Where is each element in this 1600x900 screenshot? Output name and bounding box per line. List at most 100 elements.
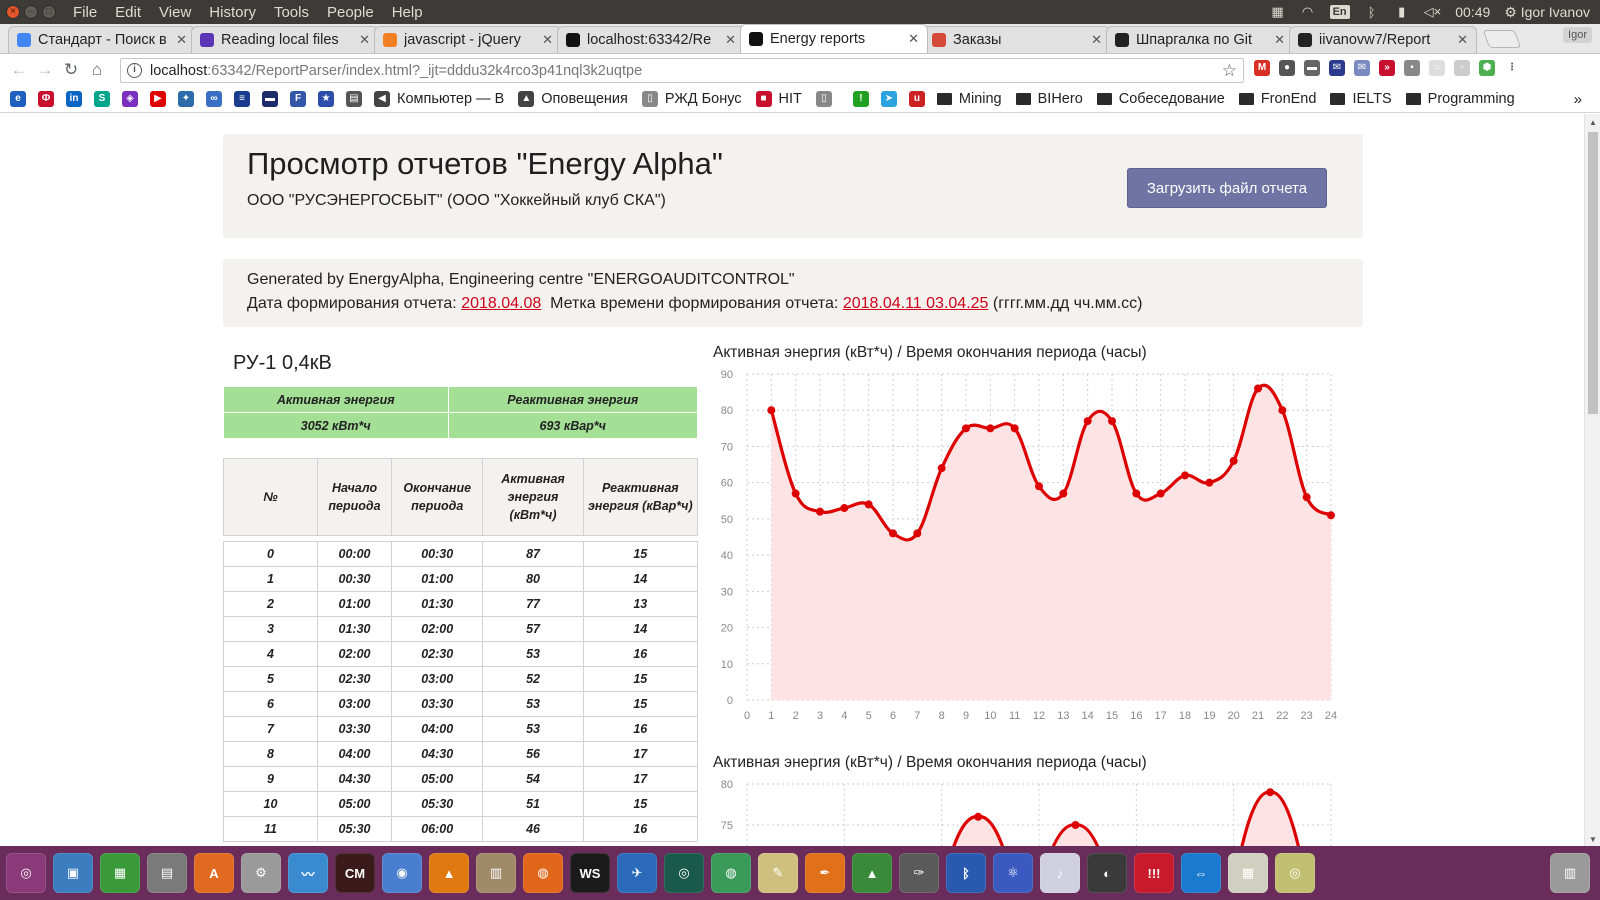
- menu-edit[interactable]: Edit: [106, 4, 150, 21]
- jetbrains-toolbox-icon[interactable]: !!!: [1134, 853, 1174, 893]
- maximize-window-icon[interactable]: □: [42, 5, 56, 19]
- new-tab-button[interactable]: [1482, 30, 1522, 48]
- linkedin-icon[interactable]: in: [66, 91, 82, 107]
- bookmark-1[interactable]: ▲ Оповещения: [518, 91, 628, 107]
- green-dot-icon[interactable]: !: [852, 91, 869, 107]
- wifi-icon[interactable]: ◠: [1300, 4, 1316, 20]
- forward-icon[interactable]: »: [1379, 60, 1395, 76]
- telegram-icon[interactable]: ➤: [880, 91, 897, 107]
- close-tab-icon[interactable]: ✕: [1274, 32, 1285, 48]
- forward-button[interactable]: →: [32, 60, 58, 80]
- menu-file[interactable]: File: [64, 4, 106, 21]
- bird-icon[interactable]: ✈: [617, 853, 657, 893]
- bookmarks-more-button[interactable]: »: [1574, 91, 1582, 108]
- vlc-icon[interactable]: ▲: [429, 853, 469, 893]
- rocket-icon[interactable]: ▲: [852, 853, 892, 893]
- green-extension-icon[interactable]: ⬢: [1479, 60, 1495, 76]
- gmail-icon[interactable]: M: [1254, 60, 1270, 76]
- f-icon[interactable]: Ф: [38, 91, 54, 107]
- bookmark-star-icon[interactable]: ☆: [1222, 61, 1237, 81]
- close-tab-icon[interactable]: ✕: [542, 32, 553, 48]
- profile-chip[interactable]: Igor: [1563, 27, 1592, 43]
- teamviewer-icon[interactable]: ⇔: [1181, 853, 1221, 893]
- minimize-window-icon[interactable]: –: [24, 5, 38, 19]
- keyboard-indicator-icon[interactable]: ▦: [1270, 4, 1286, 20]
- close-tab-icon[interactable]: ✕: [725, 32, 736, 48]
- menu-help[interactable]: Help: [383, 4, 432, 21]
- volume-icon[interactable]: ◁×: [1424, 4, 1442, 20]
- link-icon[interactable]: ∞: [206, 91, 222, 107]
- tab-3[interactable]: localhost:63342/Re ✕: [557, 26, 745, 53]
- bookmark-2[interactable]: ▯ РЖД Бонус: [641, 91, 742, 107]
- scroll-up-icon[interactable]: ▲: [1589, 118, 1597, 127]
- clock[interactable]: 00:49: [1455, 4, 1490, 20]
- music-icon[interactable]: ♪: [1040, 853, 1080, 893]
- bluetooth-icon[interactable]: ᛒ: [1364, 5, 1380, 20]
- mail-counter-icon[interactable]: ✉: [1354, 60, 1370, 76]
- keyboard-layout-indicator[interactable]: En: [1329, 5, 1350, 19]
- bookmark-folder-bihero[interactable]: BIHero: [1015, 91, 1083, 107]
- menu-tools[interactable]: Tools: [265, 4, 318, 21]
- software-center-icon[interactable]: A: [194, 853, 234, 893]
- battery-icon[interactable]: ▮: [1394, 4, 1410, 20]
- youtube-icon[interactable]: ▶: [150, 91, 166, 107]
- frame-icon[interactable]: F: [290, 91, 306, 107]
- menu-history[interactable]: History: [200, 4, 265, 21]
- notes-icon[interactable]: ✎: [758, 853, 798, 893]
- bookmark-folder-ielts[interactable]: IELTS: [1330, 91, 1392, 107]
- user-menu[interactable]: ⚙ Igor Ivanov: [1504, 4, 1590, 21]
- upload-report-button[interactable]: Загрузить файл отчета: [1127, 168, 1327, 208]
- s-icon[interactable]: S: [94, 91, 110, 107]
- tab-5[interactable]: Заказы ✕: [923, 26, 1111, 53]
- image-viewer-icon[interactable]: ▣: [53, 853, 93, 893]
- ticket-icon[interactable]: ▬: [262, 91, 278, 107]
- cm-icon[interactable]: CM: [335, 853, 375, 893]
- close-tab-icon[interactable]: ✕: [176, 32, 187, 48]
- tab-4[interactable]: Energy reports ✕: [740, 24, 928, 53]
- postman-icon[interactable]: ✒: [805, 853, 845, 893]
- menu-dots-icon[interactable]: ⋮: [1504, 60, 1520, 76]
- close-tab-icon[interactable]: ✕: [1091, 32, 1102, 48]
- ubuntu-dash-icon[interactable]: ◎: [6, 853, 46, 893]
- close-window-icon[interactable]: ×: [6, 5, 20, 19]
- address-bar[interactable]: i localhost:63342/ReportParser/index.htm…: [120, 58, 1244, 83]
- close-tab-icon[interactable]: ✕: [1457, 32, 1468, 48]
- react-icon[interactable]: ⚛: [993, 853, 1033, 893]
- obs-icon[interactable]: ◐: [1087, 853, 1127, 893]
- circle-extension-icon[interactable]: ○: [1429, 60, 1445, 76]
- bookmark-0[interactable]: ◀ Компьютер — В: [374, 91, 504, 107]
- u-icon[interactable]: u: [908, 91, 925, 107]
- menu-view[interactable]: View: [150, 4, 200, 21]
- inkscape-icon[interactable]: ✑: [899, 853, 939, 893]
- bookmark-folder-fronend[interactable]: FronEnd: [1238, 91, 1316, 107]
- system-monitor-icon[interactable]: ▦: [1228, 853, 1268, 893]
- menu-people[interactable]: People: [318, 4, 383, 21]
- bluetooth-icon[interactable]: ᛒ: [946, 853, 986, 893]
- scrollbar-thumb[interactable]: [1588, 132, 1598, 414]
- lightbulb-icon[interactable]: ●: [1279, 60, 1295, 76]
- page-scrollbar[interactable]: ▲ ▼: [1584, 114, 1600, 846]
- globe-icon[interactable]: ◍: [711, 853, 751, 893]
- chromium-icon[interactable]: ◉: [382, 853, 422, 893]
- bookmark-folder-programming[interactable]: Programming: [1405, 91, 1515, 107]
- settings-tools-icon[interactable]: ⚙: [241, 853, 281, 893]
- archive-icon[interactable]: ▥: [476, 853, 516, 893]
- camera-icon[interactable]: ▬: [1304, 60, 1320, 76]
- tab-1[interactable]: Reading local files ✕: [191, 26, 379, 53]
- back-button[interactable]: ←: [6, 60, 32, 80]
- site-info-icon[interactable]: i: [127, 63, 142, 78]
- fox-icon[interactable]: ✦: [178, 91, 194, 107]
- screenshot-search-icon[interactable]: ◎: [1275, 853, 1315, 893]
- bookmark-folder-mining[interactable]: Mining: [936, 91, 1002, 107]
- bookmark-4[interactable]: ▯: [815, 91, 839, 107]
- webstorm-icon[interactable]: WS: [570, 853, 610, 893]
- close-tab-icon[interactable]: ✕: [359, 32, 370, 48]
- edge-icon[interactable]: e: [10, 91, 26, 107]
- tab-6[interactable]: Шпаргалка по Git ✕: [1106, 26, 1294, 53]
- mail-icon[interactable]: ✉: [1329, 60, 1345, 76]
- firefox-icon[interactable]: ◍: [523, 853, 563, 893]
- home-button[interactable]: ⌂: [84, 60, 110, 80]
- book-icon[interactable]: ▤: [346, 91, 362, 107]
- reload-button[interactable]: ↻: [58, 60, 84, 80]
- puzzle-extension-icon[interactable]: ▪: [1404, 60, 1420, 76]
